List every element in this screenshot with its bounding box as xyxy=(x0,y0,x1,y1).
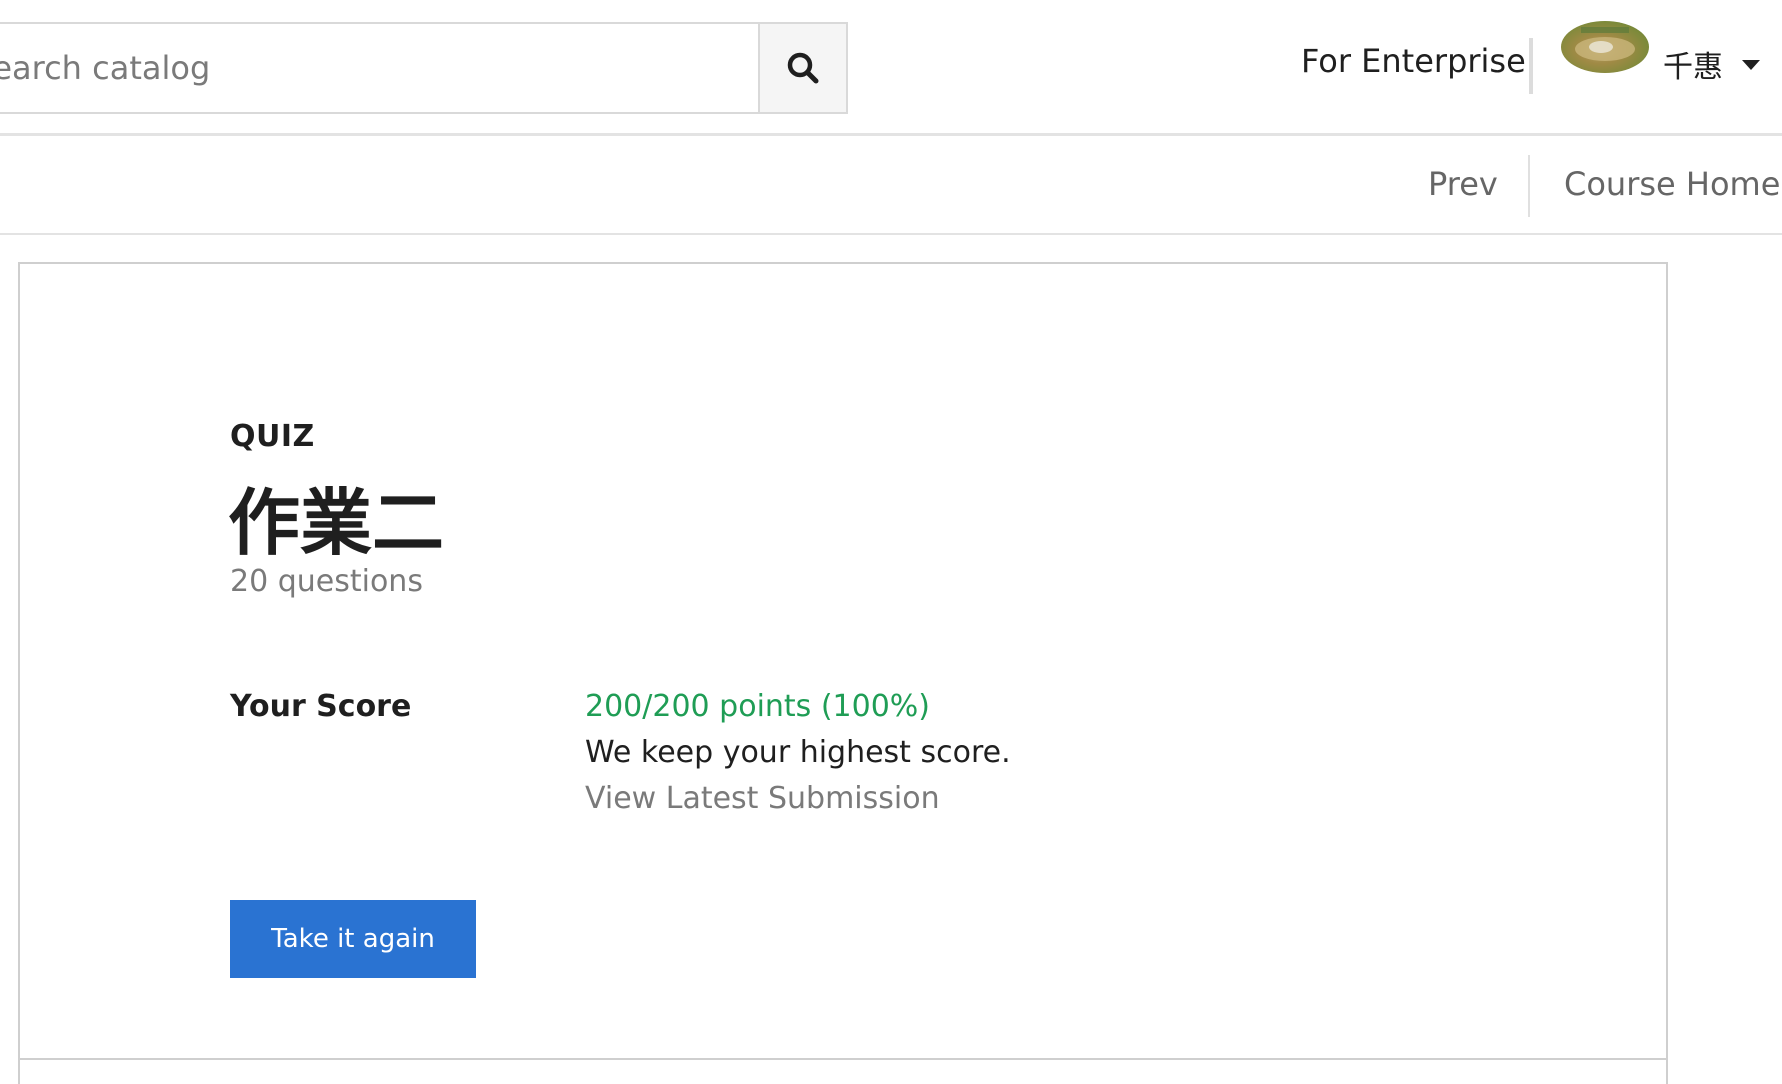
score-value: 200/200 points (100%) xyxy=(585,689,931,724)
subnav-divider xyxy=(1528,155,1530,217)
search-icon xyxy=(787,52,819,84)
caret-down-icon[interactable] xyxy=(1742,60,1760,70)
top-header: For Enterprise 千惠 xyxy=(0,0,1782,136)
score-note: We keep your highest score. xyxy=(585,735,1011,770)
avatar-photo xyxy=(1575,27,1635,61)
take-it-again-button[interactable]: Take it again xyxy=(230,900,476,978)
search-button[interactable] xyxy=(758,24,846,112)
view-latest-submission-link[interactable]: View Latest Submission xyxy=(585,781,940,816)
user-name[interactable]: 千惠 xyxy=(1663,42,1723,86)
for-enterprise-link[interactable]: For Enterprise xyxy=(1301,42,1526,80)
quiz-type-label: QUIZ xyxy=(230,419,315,454)
avatar[interactable] xyxy=(1561,21,1649,73)
card-continuation xyxy=(18,1060,1668,1084)
course-home-link[interactable]: Course Home xyxy=(1564,165,1780,203)
quiz-card: QUIZ 作業二 20 questions Your Score 200/200… xyxy=(18,262,1668,1060)
prev-link[interactable]: Prev xyxy=(1428,165,1498,203)
sub-nav: Prev Course Home xyxy=(0,139,1782,235)
question-count: 20 questions xyxy=(230,564,423,599)
search-input[interactable] xyxy=(0,24,758,112)
score-label: Your Score xyxy=(230,689,412,724)
quiz-title: 作業二 xyxy=(228,480,445,565)
search-box xyxy=(0,22,848,114)
header-divider xyxy=(1529,38,1533,94)
